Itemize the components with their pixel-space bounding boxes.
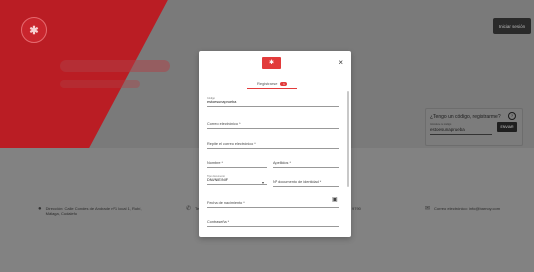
tab-indicator — [247, 88, 297, 89]
help-icon[interactable]: ? — [508, 112, 516, 120]
surname-field[interactable]: Apellidos * — [273, 161, 339, 168]
doc-type-select[interactable]: Tipo documento DNI/NIE/NIF — [207, 175, 267, 185]
name-placeholder: Nombre * — [207, 161, 224, 165]
mail-icon: ✉ — [425, 206, 431, 212]
promo-code-card: ¿Tengo un código, registrarme? ? Introdu… — [425, 108, 523, 146]
chevron-down-icon[interactable]: ▾ — [262, 180, 264, 185]
close-icon[interactable]: × — [338, 59, 343, 67]
promo-question: ¿Tengo un código, registrarme? — [430, 114, 501, 120]
phone-icon: ✆ — [186, 206, 192, 212]
email-placeholder: Correo electrónico * — [207, 122, 241, 126]
doc-number-placeholder: Nº documento de identidad * — [273, 180, 322, 184]
field-underline — [207, 106, 339, 107]
hero-blur-text — [60, 60, 170, 72]
email-repeat-placeholder: Repite el correo electrónico * — [207, 142, 256, 146]
tab-register[interactable]: Registrarse 1 — [257, 81, 288, 86]
email-field[interactable]: Correo electrónico * — [207, 122, 339, 129]
field-underline — [207, 207, 339, 208]
login-button[interactable]: Iniciar sesión — [493, 18, 531, 34]
name-field[interactable]: Nombre * — [207, 161, 267, 168]
calendar-icon[interactable]: ▣ — [332, 196, 338, 203]
tab-badge: 1 — [280, 81, 288, 86]
brand-logo[interactable]: ✱ — [21, 17, 47, 43]
footer-phone-tail: 9790 — [352, 206, 361, 211]
code-value: estoesunaprueba — [207, 100, 237, 104]
modal-logo: ✱ — [262, 57, 281, 69]
hero-blur-text — [60, 80, 140, 88]
field-underline — [207, 148, 339, 149]
field-underline — [273, 167, 339, 168]
field-underline — [207, 184, 267, 185]
modal-scrollbar[interactable] — [347, 91, 349, 187]
location-pin-icon: ● — [38, 206, 42, 212]
password-field[interactable]: Contraseña * — [207, 220, 339, 227]
surname-placeholder: Apellidos * — [273, 161, 291, 165]
code-field[interactable]: Código estoesunaprueba — [207, 97, 339, 107]
field-underline — [207, 128, 339, 129]
field-underline — [207, 226, 339, 227]
doc-number-field[interactable]: Nº documento de identidad * — [273, 180, 339, 187]
footer-phone-tail-text: 9790 — [352, 206, 361, 211]
field-underline — [207, 167, 267, 168]
logo-mark-icon: ✱ — [29, 24, 39, 37]
promo-input-underline — [430, 134, 492, 135]
birth-date-field[interactable]: Fecha de nacimiento * — [207, 201, 339, 208]
logo-mark-icon: ✱ — [268, 60, 275, 66]
email-repeat-field[interactable]: Repite el correo electrónico * — [207, 142, 339, 149]
footer-email: ✉ Correo electrónico: info@barnoy.com — [425, 206, 500, 212]
footer-address-text: Dirección: Calle Condes de Andrade nº1 l… — [45, 206, 142, 216]
password-placeholder: Contraseña * — [207, 220, 230, 224]
field-underline — [273, 186, 339, 187]
promo-input-label: Introduce tu código — [430, 123, 452, 126]
tab-register-label: Registrarse — [257, 81, 278, 86]
footer-address: ● Dirección: Calle Condes de Andrade nº1… — [38, 206, 156, 216]
footer-email-text: Correo electrónico: info@barnoy.com — [434, 206, 501, 211]
doc-type-value: DNI/NIE/NIF — [207, 178, 229, 182]
register-modal: ✱ × Registrarse 1 Código estoesunaprueba… — [199, 51, 351, 237]
birth-placeholder: Fecha de nacimiento * — [207, 201, 245, 205]
promo-submit-button[interactable]: ENVIAR — [497, 122, 517, 132]
promo-code-input[interactable]: estoesunaprueba — [430, 127, 465, 132]
